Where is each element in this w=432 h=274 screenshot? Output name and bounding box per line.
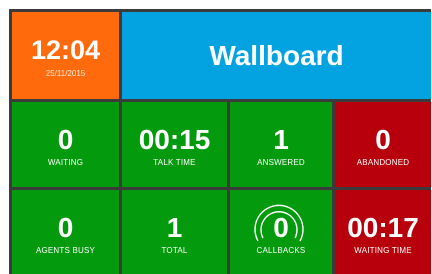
clock-time: 12:04 [30, 35, 101, 65]
abandoned-value: 0 [375, 124, 391, 155]
answered-value: 1 [273, 124, 289, 155]
agents-busy-tile: 0 AGENTS BUSY [12, 190, 119, 274]
agents-busy-label: AGENTS BUSY [35, 246, 96, 255]
waiting-label: WAITING [47, 158, 84, 167]
title-tile: Wallboard [122, 12, 431, 99]
waiting-tile: 0 WAITING [12, 102, 119, 187]
callbacks-tile: 0 CALLBACKS [230, 190, 332, 274]
wallboard-grid: 12:04 25/11/2015 Wallboard 0 WAITING 00:… [9, 9, 431, 274]
waiting-time-value: 00:17 [347, 212, 419, 243]
waiting-value: 0 [57, 124, 74, 155]
talk-time-label: TALK TIME [153, 158, 196, 167]
talk-time-tile: 00:15 TALK TIME [122, 102, 227, 187]
callbacks-label: CALLBACKS [256, 246, 306, 255]
agents-busy-value: 0 [57, 212, 74, 243]
total-tile: 1 TOTAL [122, 190, 227, 274]
answered-tile: 1 ANSWERED [230, 102, 332, 187]
callbacks-value: 0 [273, 212, 289, 243]
clock-tile: 12:04 25/11/2015 [12, 12, 119, 99]
abandoned-label: ABANDONED [356, 158, 410, 167]
abandoned-tile: 0 ABANDONED [335, 102, 431, 187]
total-value: 1 [166, 212, 183, 243]
waiting-time-tile: 00:17 WAITING TIME [335, 190, 431, 274]
answered-label: ANSWERED [257, 158, 305, 167]
total-label: TOTAL [161, 246, 188, 255]
talk-time-value: 00:15 [138, 124, 211, 155]
page-title: Wallboard [209, 40, 344, 71]
clock-date: 25/11/2015 [45, 69, 86, 78]
waiting-time-label: WAITING TIME [354, 246, 412, 255]
